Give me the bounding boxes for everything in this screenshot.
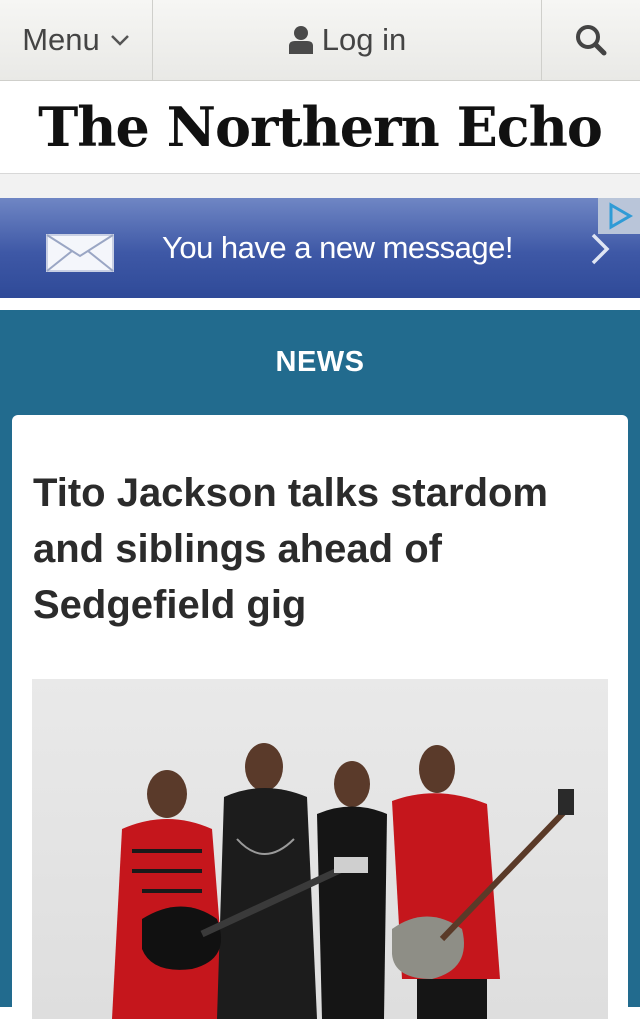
login-label: Log in bbox=[321, 22, 407, 57]
news-section: NEWS Tito Jackson talks stardom and sibl… bbox=[0, 310, 640, 1035]
envelope-icon bbox=[46, 234, 114, 272]
menu-label: Menu bbox=[22, 22, 100, 57]
spacer bbox=[0, 298, 640, 310]
search-icon bbox=[576, 25, 607, 56]
site-logo[interactable]: The Northern Echo bbox=[38, 95, 603, 159]
search-button[interactable] bbox=[541, 0, 640, 80]
section-title[interactable]: NEWS bbox=[0, 346, 640, 379]
ad-message-text: You have a new message! bbox=[162, 230, 514, 265]
article-headline[interactable]: Tito Jackson talks stardom and siblings … bbox=[33, 465, 613, 633]
ad-banner[interactable]: You have a new message! bbox=[0, 198, 640, 298]
masthead: The Northern Echo bbox=[0, 81, 640, 174]
chevron-down-icon bbox=[110, 35, 129, 46]
band-photo-illustration bbox=[112, 743, 574, 1019]
login-button[interactable]: Log in bbox=[153, 0, 541, 80]
menu-button[interactable]: Menu bbox=[0, 0, 153, 80]
ad-choices-icon[interactable] bbox=[598, 198, 640, 234]
article-image[interactable] bbox=[32, 679, 608, 1019]
chevron-right-icon bbox=[591, 233, 610, 265]
top-nav-bar: Menu Log in bbox=[0, 0, 640, 81]
divider bbox=[0, 174, 640, 198]
article-card[interactable]: Tito Jackson talks stardom and siblings … bbox=[12, 415, 628, 1035]
user-icon bbox=[288, 26, 313, 54]
